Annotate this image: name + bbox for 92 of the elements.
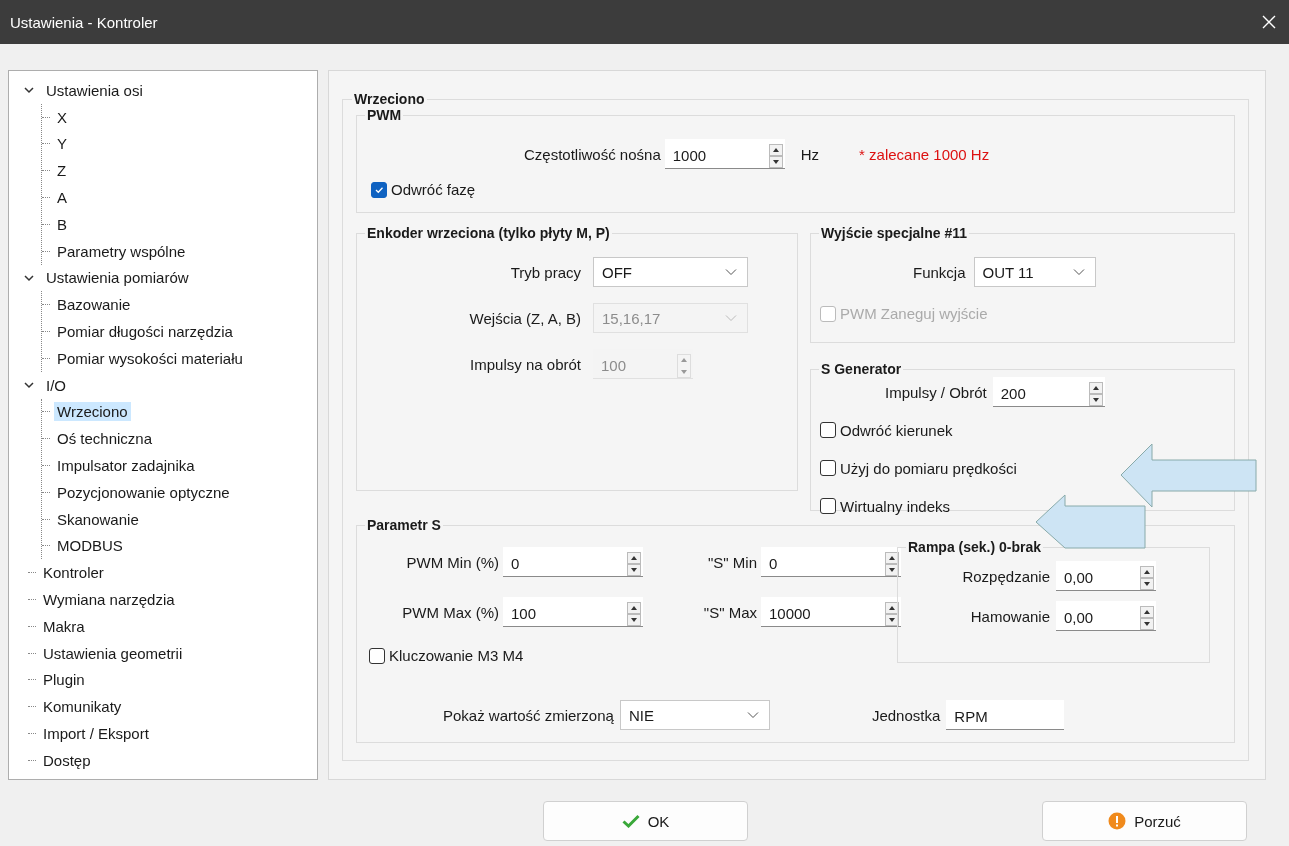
field-label: Impulsy / Obrót [885,383,987,401]
window-title: Ustawienia - Kontroler [10,13,158,31]
group-title: Rampa (sek.) 0-brak [907,539,1043,555]
tree-item[interactable]: Oś techniczna [54,429,156,449]
checkbox[interactable]: Odwróć kierunek [820,415,953,445]
tree-item[interactable]: Pomiar wysokości materiału [54,348,246,368]
spin-arrows-icon[interactable] [1140,565,1154,590]
tree-item[interactable]: Kontroler [40,563,107,583]
ok-button[interactable]: OK [543,801,748,841]
tree-item[interactable]: Pozycjonowanie optyczne [54,482,233,502]
group-title: S Generator [820,361,903,377]
tree-item[interactable]: Import / Eksport [40,724,152,743]
checkbox-label: Wirtualny indeks [840,497,951,515]
tree-item[interactable]: Impulsator zadajnika [54,456,198,476]
field-label: PWM Min (%) [406,553,499,571]
number-field[interactable]: 0,00 [1056,601,1156,631]
checkbox[interactable]: Wirtualny indeks [820,491,951,521]
spin-arrows-icon[interactable] [1088,381,1103,406]
group-title: Wyjście specjalne #11 [820,225,969,241]
dropdown[interactable]: OUT 11 [973,257,1096,287]
checkbox-label: Odwróć fazę [391,181,476,198]
field-label: Impulsy na obrót [470,355,581,373]
close-icon[interactable] [1261,14,1277,30]
tree-item[interactable]: Ustawienia osi [43,80,146,100]
group-title: Enkoder wrzeciona (tylko płyty M, P) [366,225,611,241]
text-field[interactable]: RPM [946,700,1065,730]
checkbox-box[interactable] [820,460,836,476]
exclamation-icon [1108,812,1127,830]
dropdown[interactable]: OFF [593,257,748,287]
tree-item[interactable]: Plugin [40,670,88,690]
field-label: Tryb pracy [510,263,581,281]
spin-arrows-icon[interactable] [885,551,899,576]
field-label: Rozpędzanie [962,567,1050,585]
group-title: Parametr S [366,517,442,533]
spin-arrows-icon[interactable] [885,601,899,626]
tree-item[interactable]: Dostęp [40,750,94,770]
field-label: PWM Max (%) [402,603,499,621]
tree-item[interactable]: Y [54,134,70,154]
tree-item[interactable]: Z [54,161,70,181]
tree-item[interactable]: Ustawienia pomiarów [43,268,192,288]
number-field[interactable]: 0,00 [1056,561,1156,591]
spin-arrows-icon[interactable] [768,143,783,168]
number-field[interactable]: 100 [503,597,643,627]
tree-item[interactable]: Komunikaty [40,697,125,717]
checkmark-icon [621,814,640,828]
checkbox-box[interactable] [371,181,387,198]
number-field[interactable]: 1000 [664,139,785,169]
number-field[interactable]: 200 [992,377,1105,407]
hint-text: * zalecane 1000 Hz [859,145,990,163]
checkbox-label: Odwróć kierunek [840,421,953,439]
checkbox-label: Użyj do pomiaru prędkości [840,459,1017,477]
tree-item[interactable]: Wymiana narzędzia [40,590,178,610]
tree-item[interactable]: Pomiar długości narzędzia [54,322,236,342]
tree-item[interactable]: Bazowanie [54,295,134,315]
dropdown[interactable]: NIE [619,700,770,730]
field-label: Częstotliwość nośna [524,145,661,163]
field-label: "S" Min [708,553,757,571]
field-label: Hamowanie [970,607,1050,625]
tree-item[interactable]: B [54,214,70,234]
field-label: Jednostka [871,706,941,724]
chevron-down-icon [725,268,737,276]
tree-item[interactable]: Parametry wspólne [54,241,189,261]
checkbox[interactable]: Użyj do pomiaru prędkości [820,453,1017,483]
number-field[interactable]: 10000 [761,597,901,627]
checkbox-box[interactable] [820,422,836,438]
group-title: Wrzeciono [353,91,426,107]
checkbox-box[interactable] [369,647,385,664]
checkbox-box[interactable] [820,498,836,514]
field-label: "S" Max [703,603,757,621]
tree-item[interactable]: X [54,107,70,127]
field-label: Funkcja [913,263,966,281]
tree-item[interactable]: Ustawienia geometrii [40,643,186,663]
tree-item[interactable]: Skanowanie [54,509,142,529]
tree-item[interactable]: Wrzeciono [54,402,131,422]
tree-item[interactable]: I/O [43,375,69,395]
group-title: PWM [366,107,403,123]
field-label: Wejścia (Z, A, B) [469,309,581,327]
checkbox[interactable]: Odwróć fazę [371,181,476,198]
spin-arrows-icon[interactable] [1140,605,1154,630]
spin-arrows-icon[interactable] [627,551,641,576]
field-label: Pokaż wartość zmierzoną [443,706,614,724]
chevron-down-icon [746,711,759,719]
cancel-button[interactable]: Porzuć [1042,801,1247,841]
tree-item[interactable]: Makra [40,616,88,636]
spin-arrows-icon[interactable] [627,601,641,626]
tree-item[interactable]: A [54,188,70,208]
tree-item[interactable]: MODBUS [54,536,126,556]
number-field[interactable]: 0 [503,547,643,577]
number-field[interactable]: 0 [761,547,901,577]
unit-label: Hz [800,145,820,163]
chevron-down-icon [1072,268,1085,276]
chevron-down-icon [725,314,737,322]
